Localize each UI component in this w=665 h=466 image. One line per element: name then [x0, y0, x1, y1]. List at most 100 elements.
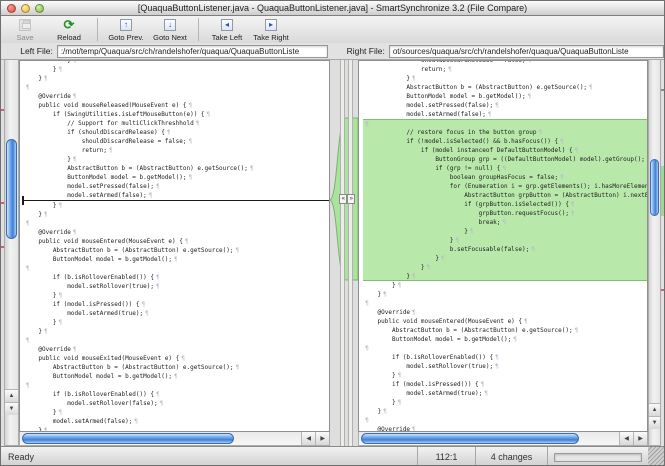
code-line[interactable]: @Override¶	[24, 228, 329, 237]
apply-change-left-button[interactable]: «	[339, 194, 347, 204]
code-line[interactable]: ¶	[24, 83, 329, 92]
code-line[interactable]: @Override¶	[24, 92, 329, 101]
code-line[interactable]: @Override¶	[363, 425, 647, 432]
code-line[interactable]: AbstractButton b = (AbstractButton) e.ge…	[24, 363, 329, 372]
goto-prev-button[interactable]: ↑ Goto Prev.	[104, 16, 148, 43]
code-line[interactable]: ButtonModel model = b.getModel();¶	[24, 255, 329, 264]
code-line[interactable]: ¶	[24, 381, 329, 390]
code-line[interactable]: }¶	[24, 291, 329, 300]
right-horizontal-scrollbar[interactable]: ◀ ▶	[358, 432, 648, 446]
code-line[interactable]: @Override¶	[363, 308, 647, 317]
code-line[interactable]: model.setPressed(false);¶	[24, 182, 329, 191]
code-line[interactable]: ButtonModel model = b.getModel();¶	[363, 335, 647, 344]
code-line[interactable]: ¶	[24, 264, 329, 273]
code-line[interactable]: public void mouseEntered(MouseEvent e) {…	[24, 237, 329, 246]
code-line[interactable]: }¶	[24, 318, 329, 327]
code-line[interactable]: }¶	[24, 210, 329, 219]
code-line[interactable]: if (b.isRolloverEnabled()) {¶	[363, 353, 647, 362]
left-horizontal-scrollbar[interactable]: ◀ ▶	[19, 432, 330, 446]
code-line[interactable]: public void mouseEntered(MouseEvent e) {…	[363, 317, 647, 326]
right-horizontal-scrollbar-thumb[interactable]	[361, 433, 579, 444]
code-line[interactable]: AbstractButton b = (AbstractButton) e.ge…	[363, 326, 647, 335]
code-line[interactable]: ButtonGroup grp = ((DefaultButtonModel) …	[363, 155, 647, 164]
code-line[interactable]: model.setArmed(false);¶	[24, 417, 329, 426]
take-right-button[interactable]: ▸ Take Right	[249, 16, 293, 43]
save-button[interactable]: Save	[3, 16, 47, 43]
code-line[interactable]: if (grpButton.isSelected()) {¶	[363, 200, 647, 209]
change-marker-green[interactable]	[661, 166, 664, 216]
resize-grip[interactable]	[648, 447, 664, 466]
code-line[interactable]: model.setArmed(true);¶	[24, 309, 329, 318]
code-line[interactable]: ButtonModel model = b.getModel();¶	[24, 173, 329, 182]
code-line[interactable]: if (b.isRolloverEnabled()) {¶	[24, 273, 329, 282]
scroll-up-button[interactable]: ▲	[649, 403, 660, 416]
code-line[interactable]: ¶	[363, 299, 647, 308]
code-line[interactable]: AbstractButton b = (AbstractButton) e.ge…	[24, 246, 329, 255]
code-line[interactable]: }¶	[363, 407, 647, 416]
right-code-pane[interactable]: shouldDiscardRelease = false;¶ return;¶ …	[358, 60, 648, 432]
code-line[interactable]: model.setRollover(true);¶	[24, 282, 329, 291]
scroll-down-button[interactable]: ▼	[5, 402, 18, 415]
code-line[interactable]: }¶	[363, 254, 647, 263]
code-line[interactable]: if (model.isPressed()) {¶	[24, 300, 329, 309]
apply-change-right-button[interactable]: »	[347, 194, 355, 204]
code-line[interactable]: shouldDiscardRelease = false;¶	[24, 137, 329, 146]
code-line[interactable]: @Override¶	[24, 345, 329, 354]
left-code-editor[interactable]: }¶ }¶ }¶¶ @Override¶ public void mouseRe…	[20, 60, 329, 432]
left-vertical-scrollbar-thumb[interactable]	[6, 139, 17, 239]
code-line[interactable]: }¶	[363, 290, 647, 299]
code-line[interactable]: if (grp != null) {¶	[363, 164, 647, 173]
code-line[interactable]: }¶	[363, 371, 647, 380]
code-line[interactable]: // restore focus in the button group¶	[363, 128, 647, 137]
code-line[interactable]: ¶	[24, 336, 329, 345]
code-line[interactable]: ButtonModel model = b.getModel();¶	[363, 92, 647, 101]
scroll-right-button[interactable]: ▶	[633, 432, 647, 445]
code-line[interactable]: break;¶	[363, 218, 647, 227]
code-line[interactable]: model.setArmed(false);¶	[363, 110, 647, 119]
code-line[interactable]: if (SwingUtilities.isLeftMouseButton(e))…	[24, 110, 329, 119]
code-line[interactable]: return;¶	[363, 65, 647, 74]
code-line[interactable]: }¶	[363, 281, 647, 290]
code-line[interactable]: grpButton.requestFocus();¶	[363, 209, 647, 218]
right-change-overview-strip[interactable]	[661, 60, 664, 446]
take-left-button[interactable]: ◂ Take Left	[205, 16, 249, 43]
left-code-pane[interactable]: }¶ }¶ }¶¶ @Override¶ public void mouseRe…	[19, 60, 330, 432]
code-line[interactable]: }¶	[363, 74, 647, 83]
code-line[interactable]: if (model instanceof DefaultButtonModel)…	[363, 146, 647, 155]
code-line[interactable]: b.setFocusable(false);¶	[363, 245, 647, 254]
code-line[interactable]: }¶	[363, 236, 647, 245]
code-line[interactable]: model.setRollover(false);¶	[24, 399, 329, 408]
reload-button[interactable]: ⟳ Reload	[47, 16, 91, 43]
code-line[interactable]: ButtonModel model = b.getModel();¶	[24, 372, 329, 381]
code-line[interactable]: }¶	[24, 408, 329, 417]
scroll-left-button[interactable]: ◀	[301, 432, 315, 445]
code-line[interactable]: }¶	[24, 155, 329, 164]
code-line[interactable]: return;¶	[24, 146, 329, 155]
left-vertical-scrollbar[interactable]: ▲ ▼	[4, 60, 19, 446]
scroll-left-button[interactable]: ◀	[619, 432, 633, 445]
code-line[interactable]: }¶	[24, 201, 329, 210]
code-line[interactable]: }¶	[363, 398, 647, 407]
right-vertical-scrollbar[interactable]: ▲ ▼	[648, 60, 661, 446]
code-line[interactable]: // Support for multiClickThreshhold¶	[24, 119, 329, 128]
code-line[interactable]: ¶	[363, 344, 647, 353]
code-line[interactable]: model.setArmed(true);¶	[363, 389, 647, 398]
change-marker-red[interactable]	[661, 289, 664, 291]
right-file-path-field[interactable]	[389, 45, 664, 58]
code-line[interactable]: }¶	[363, 272, 647, 281]
code-line[interactable]: AbstractButton b = (AbstractButton) e.ge…	[363, 83, 647, 92]
code-line[interactable]: ¶	[24, 219, 329, 228]
scroll-up-button[interactable]: ▲	[5, 389, 18, 402]
code-line[interactable]: boolean groupHasFocus = false;¶	[363, 173, 647, 182]
code-line[interactable]: AbstractButton b = (AbstractButton) e.ge…	[24, 164, 329, 173]
code-line[interactable]: if (b.isRolloverEnabled()) {¶	[24, 390, 329, 399]
code-line[interactable]: }¶	[24, 74, 329, 83]
left-horizontal-scrollbar-thumb[interactable]	[22, 433, 234, 444]
code-line[interactable]: if (shouldDiscardRelease) {¶	[24, 128, 329, 137]
right-code-editor[interactable]: shouldDiscardRelease = false;¶ return;¶ …	[359, 60, 647, 432]
goto-next-button[interactable]: ↓ Goto Next	[148, 16, 192, 43]
code-line[interactable]: }¶	[24, 65, 329, 74]
right-vertical-scrollbar-thumb[interactable]	[650, 159, 659, 216]
code-line[interactable]: model.setArmed(false);¶	[24, 191, 329, 200]
code-line[interactable]: ¶	[363, 416, 647, 425]
